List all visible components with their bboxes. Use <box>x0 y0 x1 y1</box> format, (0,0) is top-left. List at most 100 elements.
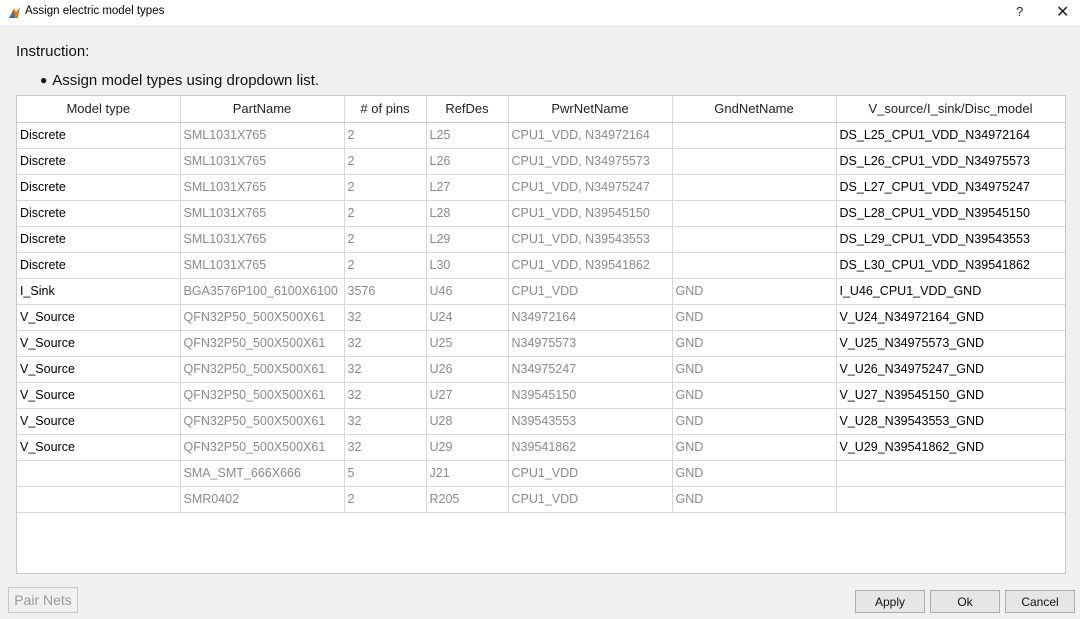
ok-button[interactable]: Ok <box>930 590 1000 613</box>
num-pins-cell: 3576 <box>344 278 427 305</box>
column-header-part-name[interactable]: PartName <box>180 96 345 123</box>
refdes-cell: U27 <box>426 382 509 409</box>
model-name-cell: DS_L29_CPU1_VDD_N39543553 <box>836 226 1065 253</box>
part-name-cell: SML1031X765 <box>180 122 345 149</box>
refdes-cell: L28 <box>426 200 509 227</box>
model-name-cell: DS_L27_CPU1_VDD_N34975247 <box>836 174 1065 201</box>
num-pins-cell: 32 <box>344 434 427 461</box>
table-row[interactable]: V_Source QFN32P50_500X500X61 32 U24 N3497216… <box>17 304 1065 331</box>
num-pins-cell: 32 <box>344 330 427 357</box>
gnd-net-name-cell: GND <box>672 356 837 383</box>
pwr-net-name-cell: N39543553 <box>508 408 673 435</box>
model-type-cell[interactable]: V_Source <box>17 356 181 383</box>
table-row[interactable]: V_Source QFN32P50_500X500X61 32 U27 N3954515… <box>17 382 1065 409</box>
table-row[interactable]: V_Source QFN32P50_500X500X61 32 U29 N3954186… <box>17 434 1065 461</box>
table-row[interactable]: Discrete SML1031X765 2 L28 CPU1_VDD, N395451… <box>17 200 1065 227</box>
table-row[interactable]: V_Source QFN32P50_500X500X61 32 U25 N3497557… <box>17 330 1065 357</box>
model-type-cell[interactable]: Discrete <box>17 122 181 149</box>
table-row[interactable]: Discrete SML1031X765 2 L26 CPU1_VDD, N349755… <box>17 148 1065 175</box>
table-row[interactable]: SMA_SMT_666X666 5 J21 CPU1_VDD GND <box>17 460 1065 487</box>
model-type-cell[interactable]: Discrete <box>17 252 181 279</box>
part-name-cell: SML1031X765 <box>180 148 345 175</box>
model-type-cell[interactable]: Discrete <box>17 226 181 253</box>
num-pins-cell: 32 <box>344 382 427 409</box>
refdes-cell: L29 <box>426 226 509 253</box>
model-type-cell[interactable]: Discrete <box>17 174 181 201</box>
column-header-model-type[interactable]: Model type <box>17 96 181 123</box>
close-button[interactable]: ✕ <box>1056 2 1069 22</box>
gnd-net-name-cell <box>672 200 837 227</box>
pwr-net-name-cell: CPU1_VDD, N34972164 <box>508 122 673 149</box>
model-type-cell[interactable]: V_Source <box>17 330 181 357</box>
model-type-cell[interactable]: Discrete <box>17 148 181 175</box>
gnd-net-name-cell: GND <box>672 408 837 435</box>
model-type-cell[interactable]: Discrete <box>17 200 181 227</box>
part-name-cell: QFN32P50_500X500X61 <box>180 304 345 331</box>
model-type-cell[interactable] <box>17 486 181 513</box>
table-row[interactable]: SMR0402 2 R205 CPU1_VDD GND <box>17 486 1065 513</box>
part-name-cell: QFN32P50_500X500X61 <box>180 330 345 357</box>
num-pins-cell: 2 <box>344 252 427 279</box>
apply-button[interactable]: Apply <box>855 590 925 613</box>
window-title: Assign electric model types <box>25 5 165 17</box>
model-type-cell[interactable] <box>17 460 181 487</box>
instruction-item: ● Assign model types using dropdown list. <box>40 72 319 89</box>
num-pins-cell: 32 <box>344 304 427 331</box>
part-name-cell: SMR0402 <box>180 486 345 513</box>
cancel-button[interactable]: Cancel <box>1005 590 1075 613</box>
table-row[interactable]: V_Source QFN32P50_500X500X61 32 U26 N3497524… <box>17 356 1065 383</box>
pwr-net-name-cell: CPU1_VDD, N39545150 <box>508 200 673 227</box>
table-row[interactable]: Discrete SML1031X765 2 L30 CPU1_VDD, N395418… <box>17 252 1065 279</box>
part-name-cell: SML1031X765 <box>180 226 345 253</box>
refdes-cell: R205 <box>426 486 509 513</box>
model-name-cell: I_U46_CPU1_VDD_GND <box>836 278 1065 305</box>
column-header-pwr-net-name[interactable]: PwrNetName <box>508 96 673 123</box>
refdes-cell: L26 <box>426 148 509 175</box>
model-name-cell: DS_L25_CPU1_VDD_N34972164 <box>836 122 1065 149</box>
table-row[interactable]: V_Source QFN32P50_500X500X61 32 U28 N3954355… <box>17 408 1065 435</box>
model-type-cell[interactable]: I_Sink <box>17 278 181 305</box>
model-type-cell[interactable]: V_Source <box>17 408 181 435</box>
refdes-cell: U25 <box>426 330 509 357</box>
refdes-cell: U26 <box>426 356 509 383</box>
gnd-net-name-cell: GND <box>672 278 837 305</box>
model-name-cell: V_U25_N34975573_GND <box>836 330 1065 357</box>
part-name-cell: QFN32P50_500X500X61 <box>180 356 345 383</box>
gnd-net-name-cell: GND <box>672 460 837 487</box>
pwr-net-name-cell: CPU1_VDD <box>508 486 673 513</box>
pwr-net-name-cell: CPU1_VDD <box>508 460 673 487</box>
model-name-cell <box>836 486 1065 513</box>
refdes-cell: U24 <box>426 304 509 331</box>
gnd-net-name-cell <box>672 148 837 175</box>
gnd-net-name-cell <box>672 122 837 149</box>
column-header-refdes[interactable]: RefDes <box>426 96 509 123</box>
pwr-net-name-cell: CPU1_VDD, N39541862 <box>508 252 673 279</box>
help-button[interactable]: ? <box>1016 4 1023 19</box>
model-name-cell: DS_L28_CPU1_VDD_N39545150 <box>836 200 1065 227</box>
num-pins-cell: 32 <box>344 356 427 383</box>
table-row[interactable]: I_Sink BGA3576P100_6100X6100 3576 U46 CPU1_V… <box>17 278 1065 305</box>
table-row[interactable]: Discrete SML1031X765 2 L29 CPU1_VDD, N395435… <box>17 226 1065 253</box>
pwr-net-name-cell: CPU1_VDD, N34975573 <box>508 148 673 175</box>
column-header-model-name[interactable]: V_source/I_sink/Disc_model <box>836 96 1065 123</box>
column-header-num-pins[interactable]: # of pins <box>344 96 427 123</box>
column-header-gnd-net-name[interactable]: GndNetName <box>672 96 837 123</box>
model-type-cell[interactable]: V_Source <box>17 434 181 461</box>
num-pins-cell: 2 <box>344 200 427 227</box>
num-pins-cell: 2 <box>344 486 427 513</box>
num-pins-cell: 2 <box>344 122 427 149</box>
model-type-cell[interactable]: V_Source <box>17 382 181 409</box>
pwr-net-name-cell: N34972164 <box>508 304 673 331</box>
model-type-cell[interactable]: V_Source <box>17 304 181 331</box>
gnd-net-name-cell <box>672 174 837 201</box>
app-icon <box>9 7 20 18</box>
pwr-net-name-cell: CPU1_VDD <box>508 278 673 305</box>
gnd-net-name-cell <box>672 226 837 253</box>
model-name-cell: V_U24_N34972164_GND <box>836 304 1065 331</box>
part-name-cell: QFN32P50_500X500X61 <box>180 434 345 461</box>
table-row[interactable]: Discrete SML1031X765 2 L27 CPU1_VDD, N349752… <box>17 174 1065 201</box>
table-row[interactable]: Discrete SML1031X765 2 L25 CPU1_VDD, N349721… <box>17 122 1065 149</box>
num-pins-cell: 2 <box>344 226 427 253</box>
model-name-cell <box>836 460 1065 487</box>
pair-nets-button[interactable]: Pair Nets <box>8 587 78 613</box>
